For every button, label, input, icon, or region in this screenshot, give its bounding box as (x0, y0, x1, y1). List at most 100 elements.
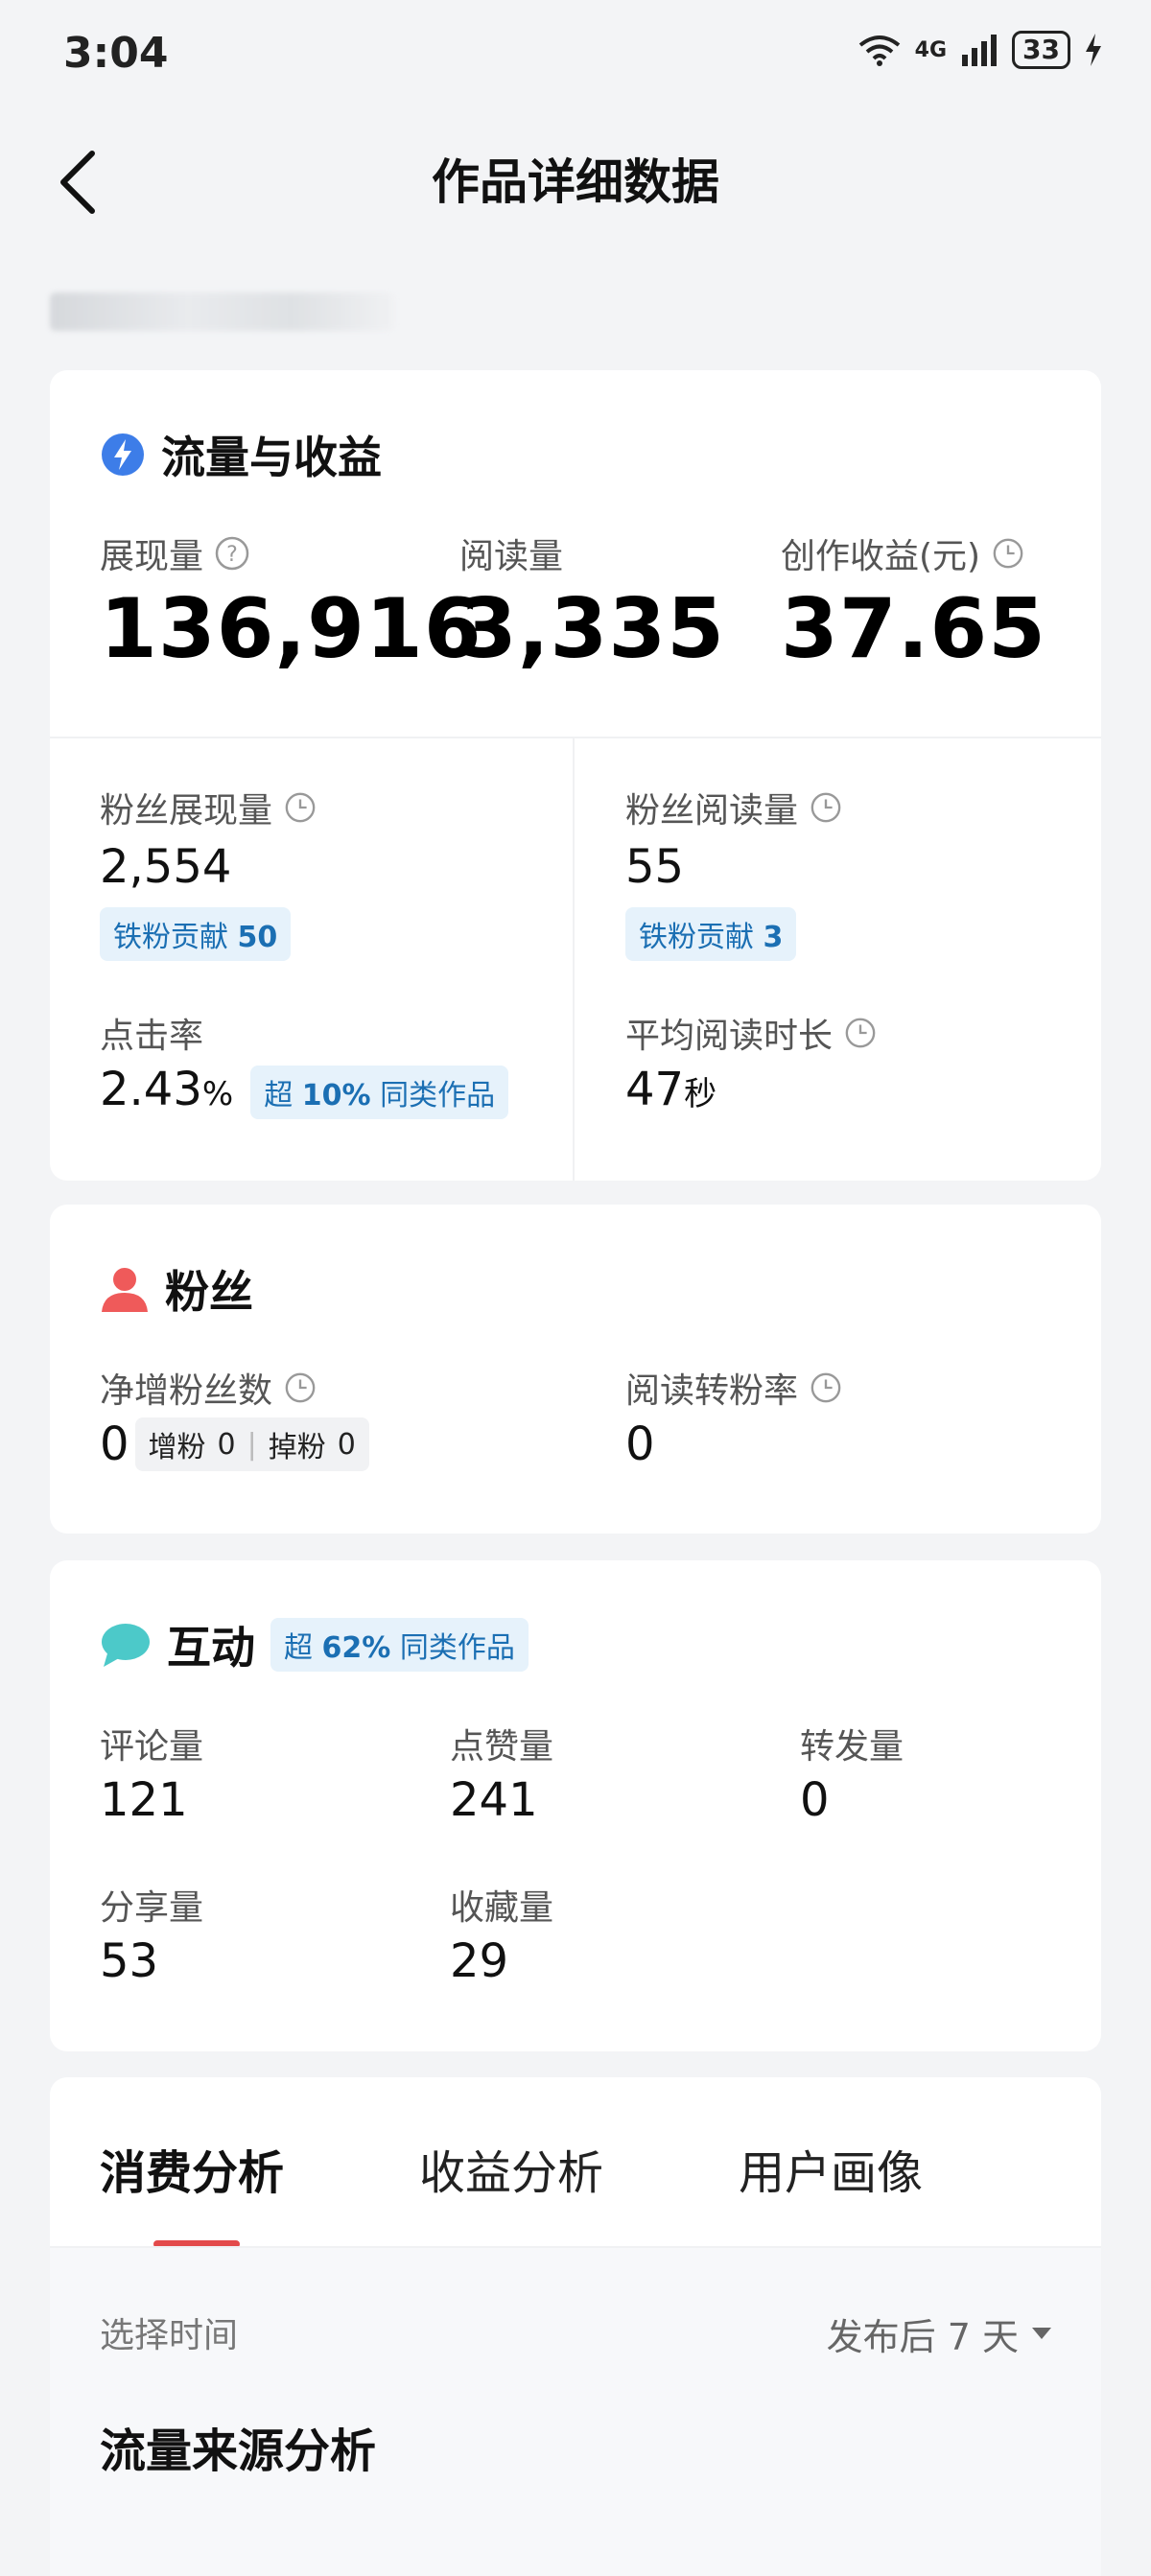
analysis-card: 消费分析 收益分析 用户画像 选择时间 发布后 7 天 流量来源分析 (50, 2077, 1101, 2576)
likes-value: 241 (450, 1773, 538, 1827)
divider-vertical (573, 738, 575, 1181)
chip-prefix: 超 (264, 1079, 294, 1112)
earnings-label-row: 创作收益(元) (781, 528, 1024, 578)
interaction-section-title: 互动 (167, 1622, 255, 1674)
chip-text: 铁粉贡献 (113, 921, 228, 954)
avg-read-value-group: 47秒 (625, 1063, 716, 1116)
time-select-dropdown[interactable]: 发布后 7 天 (827, 2307, 1051, 2360)
reposts-value: 0 (800, 1773, 830, 1827)
status-icons: 4G 33 (857, 31, 1103, 69)
fan-reads-chip: 铁粉贡献 3 (625, 907, 797, 961)
clock-icon[interactable] (284, 1371, 317, 1404)
avg-read-unit: 秒 (684, 1075, 717, 1113)
clock-icon[interactable] (992, 537, 1024, 570)
conversion-label: 阅读转粉率 (625, 1371, 799, 1411)
net-fans-value: 0 (100, 1417, 129, 1471)
fans-section-header: 粉丝 (100, 1257, 253, 1321)
fans-card: 粉丝 净增粉丝数 0 增粉 0 | 掉粉 0 阅读转粉率 0 (50, 1205, 1101, 1534)
gain-value: 0 (217, 1427, 236, 1462)
chip-suffix: 同类作品 (380, 1079, 496, 1112)
traffic-source-title: 流量来源分析 (100, 2424, 377, 2478)
avg-read-label-row: 平均阅读时长 (625, 1008, 877, 1058)
ctr-value: 2.43 (100, 1063, 202, 1116)
chip-separator: | (247, 1427, 257, 1462)
caret-down-icon (1032, 2327, 1051, 2339)
conversion-value: 0 (625, 1417, 655, 1471)
help-icon[interactable]: ? (215, 536, 249, 571)
earnings-value: 37.65 (781, 581, 1047, 677)
comments-value: 121 (100, 1773, 188, 1827)
chat-bubble-icon (102, 1624, 150, 1667)
clock-icon[interactable] (844, 1017, 877, 1049)
fan-impressions-label-row: 粉丝展现量 (100, 783, 317, 832)
gain-label: 增粉 (148, 1431, 206, 1464)
wifi-icon (858, 35, 900, 66)
fan-impressions-value: 2,554 (100, 840, 232, 894)
person-icon (102, 1268, 148, 1312)
ctr-chip: 超 10% 同类作品 (250, 1066, 509, 1119)
interaction-section-header: 互动 超 62% 同类作品 (100, 1613, 529, 1676)
tab-consumption[interactable]: 消费分析 (100, 2135, 284, 2202)
clock-icon[interactable] (810, 791, 842, 824)
traffic-section-title: 流量与收益 (161, 432, 382, 483)
fan-reads-value: 55 (625, 840, 685, 894)
comments-label: 评论量 (100, 1727, 204, 1767)
blurred-article-title (50, 293, 395, 331)
conversion-label-row: 阅读转粉率 (625, 1363, 842, 1413)
time-select-value: 发布后 7 天 (826, 2316, 1019, 2358)
traffic-card: 流量与收益 展现量 ? 136,916 阅读量 3,335 创作收益(元) 37… (50, 370, 1101, 1181)
net-fans-label-row: 净增粉丝数 (100, 1363, 317, 1413)
time-select-label: 选择时间 (100, 2316, 239, 2355)
signal-icon (962, 35, 998, 66)
fan-reads-label: 粉丝阅读量 (625, 791, 799, 831)
avg-read-value: 47 (625, 1063, 685, 1116)
impressions-label-row: 展现量 ? (100, 528, 249, 578)
fan-impressions-label: 粉丝展现量 (100, 791, 273, 831)
chip-suffix: 同类作品 (399, 1631, 515, 1665)
loss-label: 掉粉 (268, 1431, 326, 1464)
network-type: 4G (914, 37, 948, 62)
reads-value: 3,335 (459, 581, 726, 677)
reads-label: 阅读量 (459, 537, 564, 576)
chip-prefix: 超 (284, 1631, 313, 1665)
interaction-chip: 超 62% 同类作品 (270, 1618, 529, 1672)
shares-label: 分享量 (100, 1888, 204, 1928)
impressions-value: 136,916 (100, 581, 482, 677)
svg-text:?: ? (226, 543, 238, 567)
tab-earnings[interactable]: 收益分析 (419, 2135, 603, 2202)
fan-reads-label-row: 粉丝阅读量 (625, 783, 842, 832)
status-time: 3:04 (63, 29, 169, 78)
traffic-section-header: 流量与收益 (100, 423, 382, 486)
favorites-value: 29 (450, 1934, 509, 1988)
fans-section-title: 粉丝 (165, 1266, 253, 1318)
battery-level: 33 (1012, 31, 1070, 69)
earnings-label: 创作收益(元) (781, 537, 981, 576)
clock-icon[interactable] (284, 791, 317, 824)
ctr-label: 点击率 (100, 1017, 204, 1056)
reposts-label: 转发量 (800, 1727, 904, 1767)
likes-label: 点赞量 (450, 1727, 554, 1767)
charging-icon (1086, 34, 1101, 66)
chip-number: 50 (237, 921, 278, 954)
tab-user-profile[interactable]: 用户画像 (739, 2135, 923, 2202)
interaction-card: 互动 超 62% 同类作品 评论量 121 点赞量 241 转发量 0 分享量 … (50, 1560, 1101, 2051)
impressions-label: 展现量 (100, 537, 204, 576)
fan-impressions-chip: 铁粉贡献 50 (100, 907, 292, 961)
ctr-row: 2.43% 超 10% 同类作品 (100, 1063, 509, 1119)
analysis-body (50, 2248, 1101, 2576)
divider (50, 737, 1101, 738)
ctr-value-group: 2.43% (100, 1063, 233, 1116)
chip-percent: 62% (321, 1631, 391, 1665)
chip-text: 铁粉贡献 (639, 921, 754, 954)
chip-percent: 10% (301, 1079, 371, 1112)
ctr-unit: % (201, 1075, 234, 1113)
avg-read-label: 平均阅读时长 (625, 1017, 834, 1056)
shares-value: 53 (100, 1934, 159, 1988)
net-fans-label: 净增粉丝数 (100, 1371, 273, 1411)
net-fans-row: 0 增粉 0 | 掉粉 0 (100, 1417, 369, 1471)
favorites-label: 收藏量 (450, 1888, 554, 1928)
clock-icon[interactable] (810, 1371, 842, 1404)
flow-icon (102, 433, 144, 476)
chip-number: 3 (763, 921, 784, 954)
gain-loss-chip: 增粉 0 | 掉粉 0 (134, 1417, 369, 1471)
